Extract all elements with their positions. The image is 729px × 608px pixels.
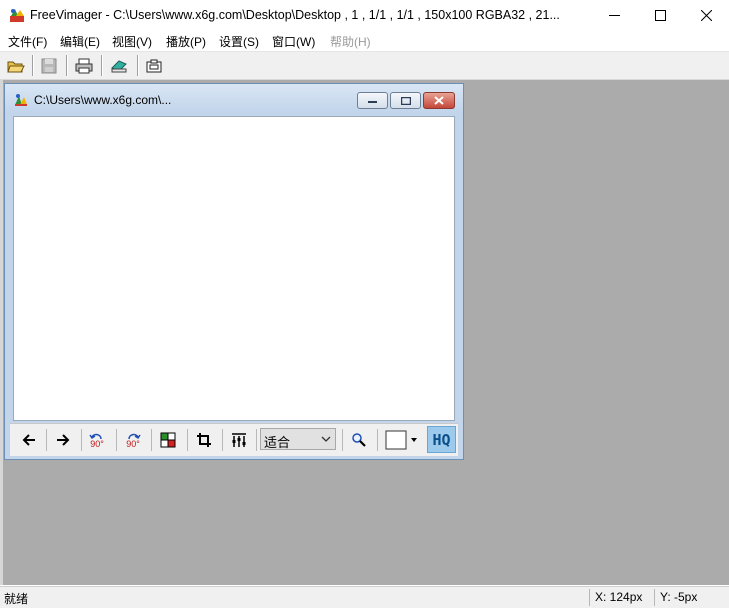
scan-button[interactable] bbox=[108, 55, 130, 76]
hq-toggle[interactable]: HQ bbox=[427, 426, 456, 453]
child-minimize-button[interactable] bbox=[357, 92, 388, 109]
next-button[interactable] bbox=[50, 428, 76, 452]
background-color-button[interactable] bbox=[382, 428, 422, 452]
color-swatch-icon bbox=[385, 430, 417, 450]
print-icon bbox=[75, 58, 93, 73]
color-adjust-button[interactable] bbox=[155, 428, 181, 452]
open-button[interactable] bbox=[5, 55, 27, 76]
image-toolbar: 90° 90° 适合 HQ bbox=[10, 423, 458, 456]
menu-window[interactable]: 窗口(W) bbox=[272, 33, 315, 50]
maximize-icon bbox=[400, 96, 411, 105]
menu-edit[interactable]: 编辑(E) bbox=[60, 33, 100, 50]
menu-view[interactable]: 视图(V) bbox=[112, 33, 152, 50]
zoom-value: 适合 bbox=[264, 435, 291, 450]
menu-play[interactable]: 播放(P) bbox=[166, 33, 206, 50]
maximize-button[interactable] bbox=[637, 0, 683, 31]
crop-icon bbox=[197, 433, 211, 447]
zoom-tool-button[interactable] bbox=[346, 428, 372, 452]
cursor-x-readout: X: 124px bbox=[595, 590, 643, 604]
menu-settings[interactable]: 设置(S) bbox=[219, 33, 259, 50]
child-maximize-button[interactable] bbox=[390, 92, 421, 109]
magnifier-icon bbox=[352, 433, 366, 447]
capture-button[interactable] bbox=[143, 55, 165, 76]
arrow-right-icon bbox=[57, 434, 70, 446]
levels-button[interactable] bbox=[226, 428, 252, 452]
child-close-button[interactable] bbox=[423, 92, 455, 109]
main-toolbar bbox=[0, 52, 729, 80]
scan-icon bbox=[111, 59, 127, 72]
capture-icon bbox=[146, 59, 162, 72]
save-button[interactable] bbox=[38, 55, 60, 76]
rotate-cw-label: 90° bbox=[126, 438, 140, 449]
close-icon bbox=[434, 96, 444, 105]
menu-file[interactable]: 文件(F) bbox=[8, 33, 47, 50]
save-icon bbox=[41, 58, 57, 73]
print-button[interactable] bbox=[73, 55, 95, 76]
image-document-window[interactable]: C:\Users\www.x6g.com\... 90° 90° 适合 HQ bbox=[4, 83, 464, 460]
child-title-bar[interactable]: C:\Users\www.x6g.com\... bbox=[5, 84, 463, 114]
image-canvas[interactable] bbox=[13, 116, 455, 421]
rotate-ccw-label: 90° bbox=[90, 438, 104, 449]
minimize-button[interactable] bbox=[591, 0, 637, 31]
child-window-title: C:\Users\www.x6g.com\... bbox=[34, 93, 172, 107]
maximize-icon bbox=[654, 10, 666, 21]
close-button[interactable] bbox=[683, 0, 729, 31]
chevron-down-icon bbox=[321, 436, 331, 442]
status-text: 就绪 bbox=[4, 592, 29, 606]
sliders-icon bbox=[232, 433, 246, 447]
minimize-icon bbox=[368, 100, 377, 103]
window-title: FreeVimager - C:\Users\www.x6g.com\Deskt… bbox=[30, 8, 560, 22]
close-icon bbox=[700, 10, 712, 21]
crop-button[interactable] bbox=[191, 428, 217, 452]
arrow-left-icon bbox=[22, 434, 35, 446]
app-logo-icon bbox=[10, 9, 24, 22]
workspace-edge bbox=[0, 80, 3, 585]
zoom-dropdown[interactable]: 适合 bbox=[260, 428, 336, 450]
document-icon bbox=[15, 94, 27, 106]
menu-help[interactable]: 帮助(H) bbox=[330, 33, 371, 50]
menu-bar: 文件(F) 编辑(E) 视图(V) 播放(P) 设置(S) 窗口(W) 帮助(H… bbox=[0, 31, 729, 52]
open-folder-icon bbox=[7, 61, 25, 72]
rotate-ccw-button[interactable]: 90° bbox=[84, 428, 110, 452]
status-bar: 就绪 X: 124px Y: -5px bbox=[0, 586, 729, 608]
color-palette-icon bbox=[160, 432, 176, 448]
previous-button[interactable] bbox=[16, 428, 42, 452]
rotate-cw-button[interactable]: 90° bbox=[120, 428, 146, 452]
title-bar: FreeVimager - C:\Users\www.x6g.com\Deskt… bbox=[0, 0, 729, 31]
cursor-y-readout: Y: -5px bbox=[660, 590, 698, 604]
minimize-icon bbox=[608, 15, 620, 16]
